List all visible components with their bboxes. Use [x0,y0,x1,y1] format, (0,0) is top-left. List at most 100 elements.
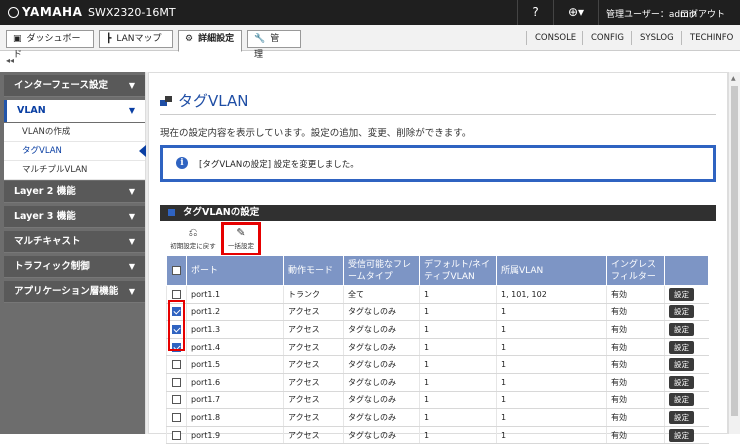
native-vlan-cell: 1 [419,408,497,427]
top-bar: YAMAHA SWX2320-16MT ? ⊕▾ 管理ユーザー：admin ログ… [0,0,740,25]
row-settings-button[interactable]: 設定 [669,428,694,442]
port-cell: port1.8 [186,408,284,427]
sidebar-sub-tag-vlan[interactable]: タグVLAN [4,142,146,161]
ingress-cell: 有効 [606,373,665,392]
port-cell: port1.5 [186,355,284,374]
info-icon: i [176,157,188,169]
row-settings-button[interactable]: 設定 [669,358,694,372]
sidebar-sub-multiple-vlan[interactable]: マルチプルVLAN [4,161,145,180]
row-checkbox[interactable] [166,408,187,427]
row-checkbox[interactable] [166,426,187,444]
row-settings-button[interactable]: 設定 [669,410,694,424]
table-header-row: ポート 動作モード 受信可能なフレームタイプ デフォルト/ネイティブVLAN 所… [166,255,709,286]
scrollbar[interactable]: ▲ [728,72,740,434]
table-row: port1.9 アクセス タグなしのみ 1 1 有効 設定 [166,426,709,444]
chevron-down-icon: ▼ [128,106,135,115]
section-header: タグVLANの設定 [160,205,716,221]
action-cell: 設定 [664,391,709,410]
native-vlan-cell: 1 [419,373,497,392]
row-settings-button[interactable]: 設定 [669,375,694,389]
row-settings-button[interactable]: 設定 [669,340,694,354]
mode-cell: アクセス [283,373,344,392]
row-settings-button[interactable]: 設定 [669,322,694,336]
active-indicator-icon [139,145,146,157]
ingress-cell: 有効 [606,355,665,374]
row-settings-button[interactable]: 設定 [669,393,694,407]
row-settings-button[interactable]: 設定 [669,287,694,301]
select-all-checkbox[interactable] [166,255,187,286]
mode-cell: アクセス [283,303,344,322]
col-port: ポート [186,255,284,286]
reset-defaults-button[interactable]: ⎌ 初期設定に戻す [168,226,218,254]
native-vlan-cell: 1 [419,285,497,304]
member-vlan-cell: 1 [496,426,607,444]
logout-link[interactable]: ログアウト [680,7,725,20]
chevron-down-icon: ▼ [128,287,135,296]
mode-cell: アクセス [283,320,344,339]
ingress-cell: 有効 [606,338,665,357]
gear-icon: ⚙ [185,34,194,44]
tab-advanced-settings[interactable]: ⚙ 詳細設定 [178,30,242,52]
mode-cell: アクセス [283,355,344,374]
divider [160,114,716,115]
ingress-cell: 有効 [606,408,665,427]
member-vlan-cell: 1, 101, 102 [496,285,607,304]
row-checkbox[interactable] [166,391,187,410]
frame-cell: 全て [343,285,420,304]
lanmap-icon: ┣ [106,34,112,44]
native-vlan-cell: 1 [419,303,497,322]
action-cell: 設定 [664,373,709,392]
table-row: port1.5 アクセス タグなしのみ 1 1 有効 設定 [166,355,709,374]
port-cell: port1.9 [186,426,284,444]
table-row: port1.3 アクセス タグなしのみ 1 1 有効 設定 [166,320,709,339]
mode-cell: アクセス [283,426,344,444]
table-row: port1.2 アクセス タグなしのみ 1 1 有効 設定 [166,303,709,322]
row-settings-button[interactable]: 設定 [669,305,694,319]
tab-management[interactable]: 🔧 管 理 [247,30,301,60]
port-cell: port1.7 [186,391,284,410]
sidebar-item-layer2[interactable]: Layer 2 機能 ▼ [4,181,145,203]
row-checkbox[interactable] [166,373,187,392]
sidebar-item-multicast[interactable]: マルチキャスト ▼ [4,231,145,253]
member-vlan-cell: 1 [496,373,607,392]
tab-dashboard[interactable]: ▣ ダッシュボード [6,30,94,60]
col-mode: 動作モード [283,255,344,286]
member-vlan-cell: 1 [496,320,607,339]
col-member-vlan: 所属VLAN [496,255,607,286]
row-checkbox[interactable] [166,355,187,374]
notice-message: [タグVLANの設定] 設定を変更しました。 [199,160,359,170]
member-vlan-cell: 1 [496,303,607,322]
notice-box: i [タグVLANの設定] 設定を変更しました。 [160,145,716,182]
table-row: port1.1 トランク 全て 1 1, 101, 102 有効 設定 [166,285,709,304]
menu-bar: ▣ ダッシュボード ┣ LANマップ ⚙ 詳細設定 🔧 管 理 CONSOLE CONF… [0,25,740,60]
config-link[interactable]: CONFIG [582,31,632,45]
frame-cell: タグなしのみ [343,338,420,357]
sidebar-item-interface[interactable]: インターフェース設定 ▼ [4,75,145,97]
ingress-cell: 有効 [606,426,665,444]
sidebar-item-traffic[interactable]: トラフィック制御 ▼ [4,256,145,278]
frame-cell: タグなしのみ [343,373,420,392]
syslog-link[interactable]: SYSLOG [631,31,682,45]
tab-lanmap[interactable]: ┣ LANマップ [99,30,173,48]
techinfo-link[interactable]: TECHINFO [681,31,740,45]
sidebar-sub-vlan-create[interactable]: VLANの作成 [4,123,145,142]
help-icon[interactable]: ? [517,0,553,25]
dashboard-icon: ▣ [13,34,22,44]
page-title: タグVLAN [178,92,249,110]
console-link[interactable]: CONSOLE [526,31,584,45]
mode-cell: トランク [283,285,344,304]
native-vlan-cell: 1 [419,320,497,339]
collapse-sidebar-icon[interactable]: ◂◂ [6,56,14,65]
frame-cell: タグなしのみ [343,320,420,339]
language-globe-icon[interactable]: ⊕▾ [553,0,599,25]
chevron-down-icon: ▼ [128,237,135,246]
sidebar-item-layer3[interactable]: Layer 3 機能 ▼ [4,206,145,228]
port-cell: port1.2 [186,303,284,322]
sidebar-item-application[interactable]: アプリケーション層機能 ▼ [4,281,145,303]
frame-cell: タグなしのみ [343,426,420,444]
sidebar-item-vlan[interactable]: VLAN ▼ [4,100,145,122]
member-vlan-cell: 1 [496,355,607,374]
ingress-cell: 有効 [606,391,665,410]
highlight-box [221,222,261,256]
mode-cell: アクセス [283,338,344,357]
